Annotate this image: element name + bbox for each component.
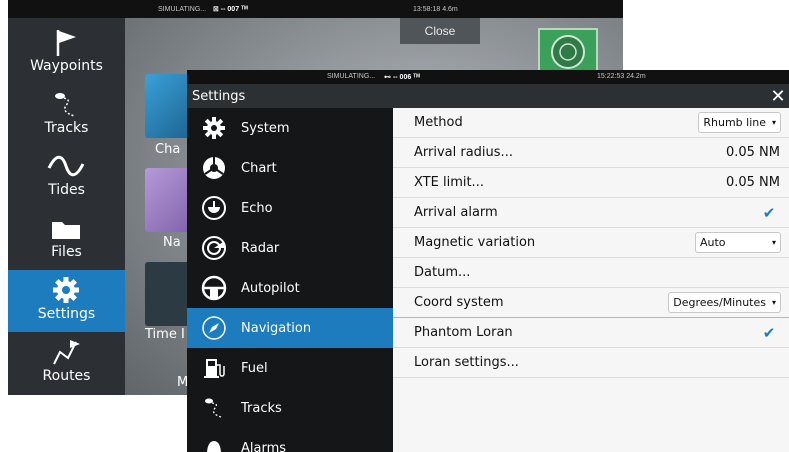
arrival-alarm-checkbox[interactable]: ✔ [761,205,777,221]
sidebar-item-files[interactable]: Files [8,208,125,270]
nav-item-chart[interactable]: Chart [187,148,393,188]
dropdown-value: Rhumb line [703,116,766,129]
tides-icon [46,150,86,182]
settings-nav: System Chart Echo Radar Autopilot Naviga… [187,108,393,452]
setting-label: Method [414,115,463,130]
sidebar-item-label: Tracks [44,120,89,136]
settings-list: Method Rhumb line ▾ Arrival radius... 0.0… [393,108,789,452]
status-bar: SIMULATING... ⊠ -- 007 ᵀᴹ 13:58:18 4.6m [8,0,623,18]
setting-label: XTE limit... [414,175,484,190]
sidebar-item-label: Files [51,244,82,260]
nav-item-label: Autopilot [241,280,300,296]
setting-label: Coord system [414,295,504,310]
chevron-down-icon: ▾ [771,298,776,307]
magnetic-variation-dropdown[interactable]: Auto ▾ [695,232,781,253]
close-button[interactable]: Close [400,18,480,44]
setting-row-phantom-loran[interactable]: Phantom Loran ✔ [393,318,789,348]
bell-icon [199,433,229,452]
radar-app-tile[interactable] [538,28,598,76]
setting-label: Phantom Loran [414,325,513,340]
setting-row-arrival-radius[interactable]: Arrival radius... 0.05 NM [393,138,789,168]
chart-icon [199,153,229,183]
routes-icon [46,336,86,368]
gear-icon [199,113,229,143]
home-sidebar: Waypoints Tracks Tides Files Settings Ro… [8,18,125,395]
sidebar-item-settings[interactable]: Settings [8,270,125,332]
sidebar-item-label: Tides [48,182,85,198]
simulating-label: SIMULATING... [327,73,376,80]
simulating-label: SIMULATING... [158,5,207,13]
phantom-loran-checkbox[interactable]: ✔ [761,325,777,341]
coord-system-dropdown[interactable]: Degrees/Minutes ▾ [668,292,781,313]
sidebar-item-label: Waypoints [30,58,103,74]
setting-row-arrival-alarm[interactable]: Arrival alarm ✔ [393,198,789,228]
setting-label: Loran settings... [414,355,519,370]
time-readout: 15:22:53 24.2m [597,73,646,80]
autopilot-icon [199,273,229,303]
signal-status: ⊷ -- 006 ᵀᴹ [384,74,420,81]
nav-item-fuel[interactable]: Fuel [187,348,393,388]
status-bar: SIMULATING... ⊷ -- 006 ᵀᴹ 15:22:53 24.2m [187,70,789,84]
chevron-down-icon: ▾ [771,238,776,247]
gear-icon [46,274,86,306]
compass-icon [199,313,229,343]
echo-icon [199,193,229,223]
setting-row-method[interactable]: Method Rhumb line ▾ [393,108,789,138]
dialog-title: Settings [187,84,789,108]
setting-value: 0.05 NM [725,175,780,190]
nav-item-navigation[interactable]: Navigation [187,308,393,348]
sidebar-item-tracks[interactable]: Tracks [8,84,125,146]
setting-label: Arrival alarm [414,205,498,220]
method-dropdown[interactable]: Rhumb line ▾ [698,112,781,133]
sidebar-item-label: Settings [37,306,96,322]
nav-item-label: System [241,120,290,136]
sidebar-item-routes[interactable]: Routes [8,332,125,394]
time-readout: 13:58:18 4.6m [413,5,458,13]
navigation-tile-label: Na [163,235,181,250]
settings-dialog: SIMULATING... ⊷ -- 006 ᵀᴹ 15:22:53 24.2m… [187,70,789,452]
tracks-icon [199,393,229,423]
tracks-icon [46,88,86,120]
setting-row-coord-system[interactable]: Coord system Degrees/Minutes ▾ [393,288,789,318]
sidebar-item-waypoints[interactable]: Waypoints [8,22,125,84]
nav-item-label: Alarms [241,440,287,452]
nav-item-echo[interactable]: Echo [187,188,393,228]
nav-item-autopilot[interactable]: Autopilot [187,268,393,308]
setting-label: Datum... [414,265,471,280]
close-icon[interactable]: ✕ [767,84,789,108]
setting-label: Arrival radius... [414,145,513,160]
nav-item-label: Tracks [241,400,282,416]
nav-item-tracks[interactable]: Tracks [187,388,393,428]
setting-row-loran-settings[interactable]: Loran settings... [393,348,789,378]
sidebar-item-label: Routes [42,368,91,384]
sidebar-item-tides[interactable]: Tides [8,146,125,208]
signal-status: ⊠ -- 007 ᵀᴹ [213,6,248,13]
setting-label: Magnetic variation [414,235,536,250]
flag-icon [46,26,86,58]
setting-row-xte-limit[interactable]: XTE limit... 0.05 NM [393,168,789,198]
setting-row-magnetic-variation[interactable]: Magnetic variation Auto ▾ [393,228,789,258]
folder-icon [46,212,86,244]
setting-value: 0.05 NM [725,145,780,160]
fuel-icon [199,353,229,383]
nav-item-radar[interactable]: Radar [187,228,393,268]
nav-item-alarms[interactable]: Alarms [187,428,393,452]
chevron-down-icon: ▾ [771,118,776,127]
dropdown-value: Auto [700,236,726,249]
nav-item-label: Chart [241,160,277,176]
time-tile-label: Time I [145,327,185,342]
nav-item-label: Navigation [241,320,312,336]
nav-item-label: Echo [241,200,273,216]
nav-item-label: Radar [241,240,280,256]
nav-item-system[interactable]: System [187,108,393,148]
radar-icon [199,233,229,263]
dropdown-value: Degrees/Minutes [673,296,766,309]
nav-item-label: Fuel [241,360,268,376]
chart-tile-label: Cha [155,142,181,157]
setting-row-datum[interactable]: Datum... [393,258,789,288]
